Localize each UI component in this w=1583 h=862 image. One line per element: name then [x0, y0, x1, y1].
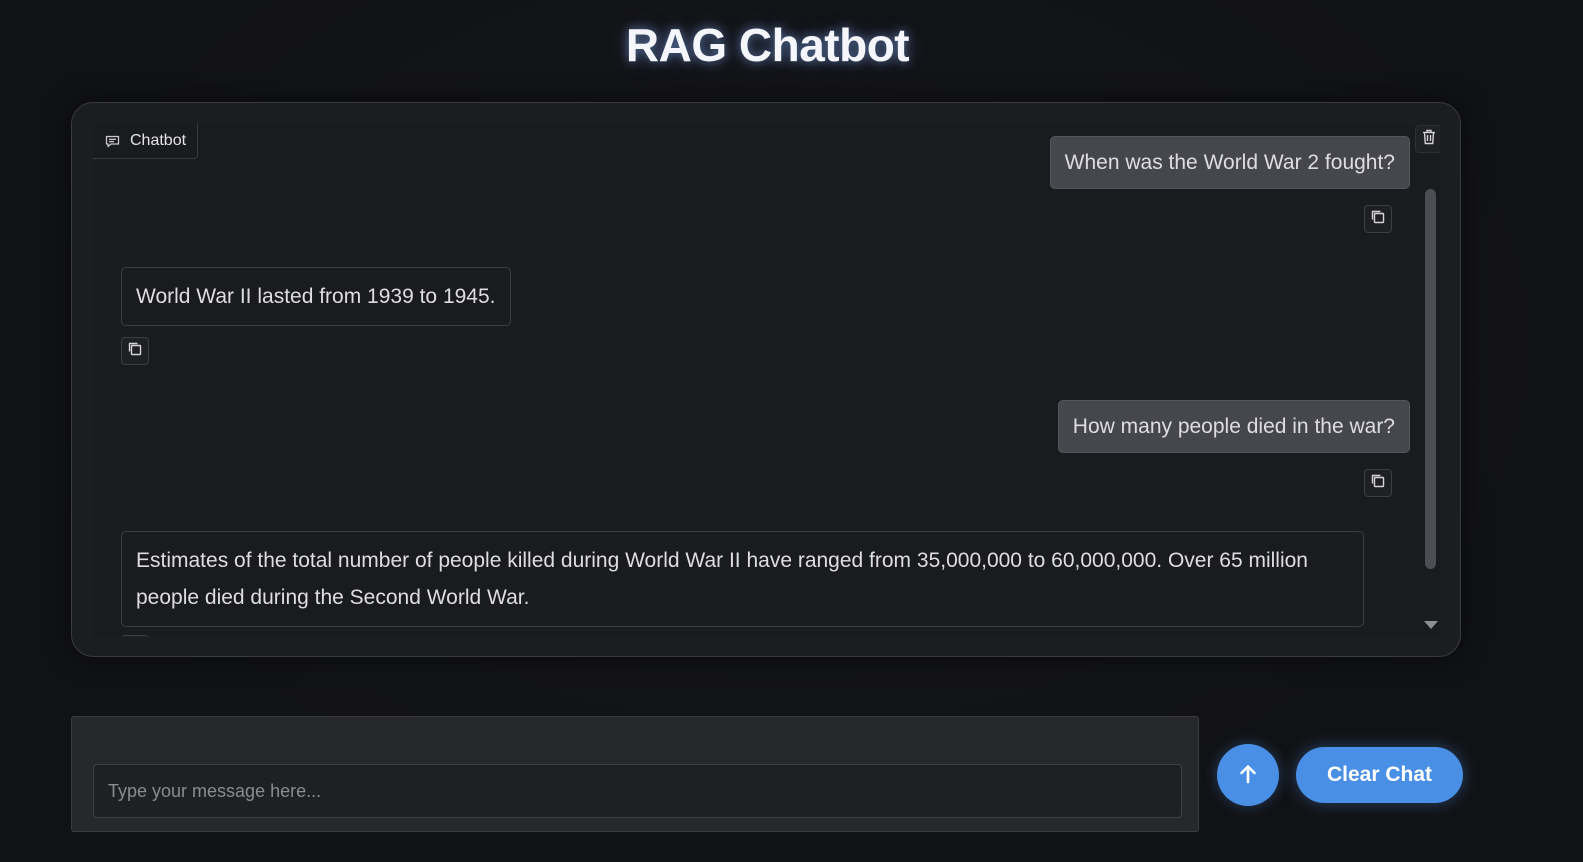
page: RAG Chatbot Chatbot When was the World W… — [0, 0, 1583, 862]
copy-message-button[interactable] — [1364, 469, 1392, 497]
user-message: When was the World War 2 fought? — [1049, 136, 1410, 189]
copy-icon — [127, 341, 143, 362]
chat-scrollbar[interactable] — [1421, 134, 1440, 637]
message-text: Estimates of the total number of people … — [136, 549, 1308, 609]
copy-message-button[interactable] — [121, 337, 149, 365]
arrow-up-icon — [1239, 764, 1257, 787]
copy-message-button[interactable] — [121, 635, 149, 637]
message-text: When was the World War 2 fought? — [1064, 151, 1395, 174]
message-text: World War II lasted from 1939 to 1945. — [136, 285, 496, 308]
message-text: How many people died in the war? — [1072, 415, 1395, 438]
copy-message-button[interactable] — [1364, 205, 1392, 233]
send-button[interactable] — [1217, 744, 1279, 806]
chatbot-panel: Chatbot When was the World War 2 fought?… — [71, 102, 1461, 657]
scroll-down-arrow-icon[interactable] — [1424, 621, 1438, 629]
chatbot-label-text: Chatbot — [130, 132, 187, 149]
copy-icon — [1370, 209, 1386, 230]
message-composer — [71, 716, 1199, 832]
bot-message: World War II lasted from 1939 to 1945. — [121, 267, 511, 326]
page-title: RAG Chatbot — [625, 19, 910, 71]
copy-icon — [1370, 473, 1386, 494]
scrollbar-thumb[interactable] — [1425, 189, 1436, 569]
clear-chat-button[interactable]: Clear Chat — [1296, 747, 1463, 803]
message-input[interactable] — [93, 764, 1182, 818]
chat-bubble-icon — [105, 135, 120, 148]
chatbot-label: Chatbot — [93, 124, 199, 159]
chat-area: Chatbot When was the World War 2 fought?… — [93, 124, 1440, 637]
bot-message: Estimates of the total number of people … — [121, 531, 1364, 627]
user-message: How many people died in the war? — [1057, 400, 1410, 453]
